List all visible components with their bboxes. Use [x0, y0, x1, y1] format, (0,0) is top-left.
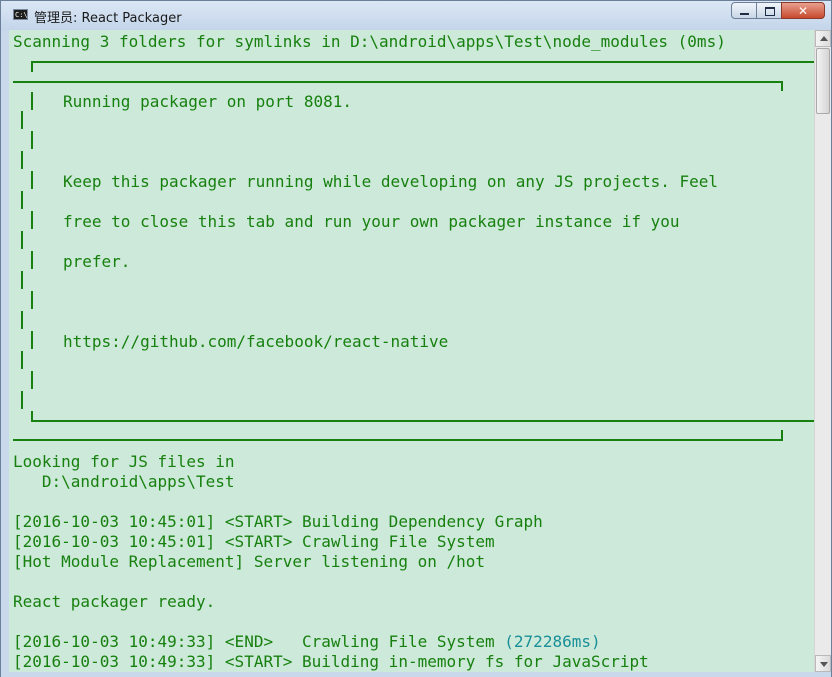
minimize-icon [740, 13, 749, 15]
maximize-icon [765, 7, 775, 16]
banner-side-bar [31, 251, 33, 269]
log-line: [2016-10-03 10:49:33] <END> Crawling Fil… [13, 632, 601, 652]
console-window: C:\ 管理员: React Packager ✕ Scanning 3 fol… [0, 0, 832, 677]
banner-side-bar [31, 131, 33, 149]
banner-free-line: free to close this tab and run your own … [63, 212, 680, 231]
banner-keep-line: Keep this packager running while develop… [63, 172, 719, 191]
banner-top-left-tick [31, 61, 33, 72]
banner-top-right-tick [781, 81, 783, 91]
banner-top-border-inner [13, 81, 783, 83]
banner-side-bar [21, 111, 23, 129]
banner-side-bar [31, 92, 33, 110]
timing-value: (272286ms) [504, 632, 601, 651]
close-button[interactable]: ✕ [781, 2, 825, 19]
vertical-scrollbar[interactable] [814, 30, 831, 672]
log-line: React packager ready. [13, 592, 216, 611]
banner-side-bar [21, 151, 23, 169]
banner-side-bar [21, 231, 23, 249]
log-line: [Hot Module Replacement] Server listenin… [13, 552, 486, 571]
log-line: [2016-10-03 10:45:01] <START> Crawling F… [13, 532, 495, 551]
scroll-down-button[interactable] [815, 655, 831, 672]
close-icon: ✕ [797, 4, 809, 18]
banner-side-bar [31, 171, 33, 189]
looking-line: Looking for JS files in [13, 452, 235, 471]
maximize-button[interactable] [756, 2, 782, 19]
banner-top-border-outer [31, 61, 814, 63]
scroll-up-button[interactable] [815, 30, 831, 47]
banner-bottom-border-inner [13, 439, 783, 441]
log-text: [2016-10-03 10:49:33] <END> Crawling Fil… [13, 632, 505, 651]
banner-side-bar [21, 391, 23, 409]
title-bar[interactable]: C:\ 管理员: React Packager ✕ [1, 1, 831, 30]
banner-side-bar [21, 311, 23, 329]
arrow-up-icon [820, 36, 828, 41]
arrow-down-icon [820, 662, 828, 667]
window-bottom-border [1, 672, 831, 677]
log-line: [2016-10-03 10:45:01] <START> Building D… [13, 512, 543, 531]
banner-side-bar [31, 211, 33, 229]
banner-prefer-line: prefer. [63, 252, 131, 271]
banner-side-bar [21, 351, 23, 369]
window-title: 管理员: React Packager [34, 11, 182, 26]
scrollbar-thumb[interactable] [816, 48, 830, 114]
looking-path-line: D:\android\apps\Test [13, 472, 235, 491]
log-line: [2016-10-03 10:49:33] <START> Building i… [13, 652, 649, 671]
banner-side-bar [31, 331, 33, 349]
banner-side-bar [31, 371, 33, 389]
banner-side-bar [21, 191, 23, 209]
banner-side-bar [31, 291, 33, 309]
banner-port-line: Running packager on port 8081. [63, 92, 352, 111]
window-controls: ✕ [731, 2, 825, 20]
cmd-console-icon: C:\ [13, 9, 28, 20]
scanning-line: Scanning 3 folders for symlinks in D:\an… [13, 32, 726, 51]
banner-url-line: https://github.com/facebook/react-native [63, 332, 449, 351]
console-output[interactable]: Scanning 3 folders for symlinks in D:\an… [9, 30, 814, 672]
banner-bottom-border-outer [31, 420, 814, 422]
banner-side-bar [21, 271, 23, 289]
minimize-button[interactable] [731, 2, 757, 19]
